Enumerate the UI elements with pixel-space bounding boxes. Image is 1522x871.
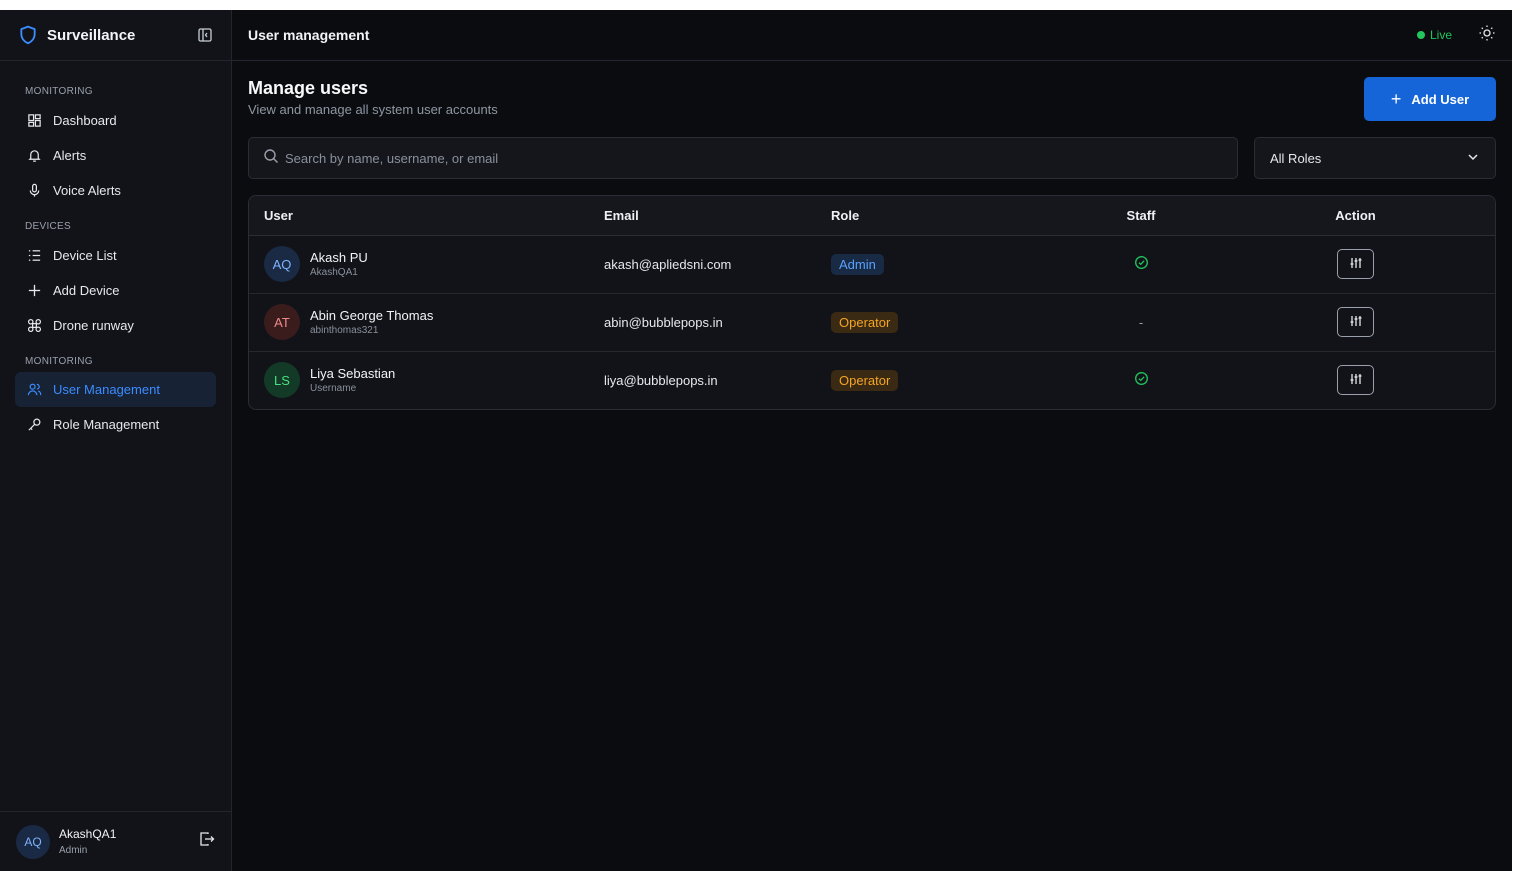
sidebar-item-add-device[interactable]: Add Device — [0, 273, 216, 308]
sidebar-item-role-management[interactable]: Role Management — [0, 407, 216, 442]
avatar: AQ — [16, 824, 50, 859]
sliders-icon — [1349, 314, 1363, 331]
edit-user-button[interactable] — [1337, 307, 1374, 337]
staff-none: - — [1138, 314, 1144, 330]
add-user-button[interactable]: + Add User — [1364, 77, 1496, 121]
sidebar-item-label: User Management — [53, 382, 160, 397]
user-name: Liya Sebastian — [310, 366, 396, 382]
sidebar-item-drone-runway[interactable]: Drone runway — [0, 308, 216, 343]
sliders-icon — [1349, 256, 1363, 273]
role-badge: Operator — [831, 369, 899, 391]
sidebar-item-alerts[interactable]: Alerts — [0, 138, 216, 173]
check-circle-icon — [1134, 256, 1149, 273]
table-row: AQ Akash PU AkashQA1 akash@apliedsni.com… — [249, 235, 1495, 294]
col-role: Role — [816, 196, 1066, 236]
sidebar-item-voice-alerts[interactable]: Voice Alerts — [0, 173, 216, 208]
current-user: AQ AkashQA1 Admin — [0, 811, 231, 871]
sidebar-item-dashboard[interactable]: Dashboard — [0, 103, 216, 138]
edit-user-button[interactable] — [1337, 365, 1374, 396]
current-user-role: Admin — [59, 845, 88, 856]
dashboard-icon — [26, 113, 42, 129]
role-badge: Admin — [831, 253, 884, 275]
users-table: User Email Role Staff Action AQ Akash PU… — [248, 195, 1496, 410]
avatar: LS — [264, 362, 300, 399]
plus-icon: + — [1390, 88, 1402, 109]
user-username: Username — [310, 383, 357, 395]
sidebar-item-label: Role Management — [53, 417, 160, 432]
user-email: liya@bubblepops.in — [604, 372, 718, 388]
live-label: Live — [1429, 28, 1452, 42]
page-title: User management — [248, 27, 370, 43]
drone-icon — [26, 318, 42, 334]
role-filter-value: All Roles — [1270, 150, 1322, 166]
topbar: User management Live — [232, 10, 1512, 61]
section-label-monitoring-2: MONITORING — [25, 356, 93, 367]
current-user-name: AkashQA1 — [59, 827, 117, 841]
live-dot-icon — [1416, 31, 1425, 39]
microphone-icon — [26, 183, 42, 199]
col-email: Email — [589, 196, 816, 236]
sidebar-item-label: Dashboard — [53, 113, 117, 128]
table-row: AT Abin George Thomas abinthomas321 abin… — [249, 293, 1495, 352]
role-filter-select[interactable]: All Roles — [1254, 137, 1496, 179]
live-status: Live — [1416, 28, 1452, 42]
sidebar-item-label: Voice Alerts — [53, 183, 121, 198]
avatar: AQ — [264, 246, 300, 282]
chevron-down-icon — [1466, 150, 1480, 167]
edit-user-button[interactable] — [1337, 249, 1374, 279]
user-name: Akash PU — [310, 250, 368, 265]
add-user-label: Add User — [1411, 91, 1470, 107]
sidebar-collapse-icon[interactable] — [197, 27, 213, 43]
brand: Surveillance — [0, 10, 231, 61]
user-name: Abin George Thomas — [310, 308, 434, 323]
col-action: Action — [1216, 196, 1495, 236]
sidebar-item-label: Drone runway — [53, 318, 134, 333]
search-icon — [263, 148, 279, 169]
col-user: User — [249, 196, 589, 236]
bell-icon — [26, 148, 42, 164]
user-email: akash@apliedsni.com — [589, 235, 816, 294]
main-content: User management Live Manage users View a… — [232, 10, 1512, 871]
key-icon — [26, 417, 42, 433]
user-username: abinthomas321 — [310, 325, 379, 336]
users-icon — [26, 382, 42, 398]
search-input[interactable] — [285, 150, 1223, 166]
user-username: AkashQA1 — [310, 267, 358, 278]
sidebar-item-label: Device List — [53, 248, 117, 263]
page-heading: Manage users View and manage all system … — [248, 78, 498, 117]
section-label-devices: DEVICES — [25, 221, 72, 232]
shield-icon — [18, 25, 38, 45]
avatar: AT — [264, 304, 300, 340]
section-title: Manage users — [248, 78, 369, 98]
sidebar-item-label: Alerts — [53, 148, 87, 163]
plus-icon — [26, 283, 42, 299]
table-row: LS Liya Sebastian Username liya@bubblepo… — [249, 351, 1495, 409]
section-subtitle: View and manage all system user accounts — [248, 102, 498, 117]
app-window: Surveillance MONITORING Dashboard Alerts… — [0, 10, 1512, 871]
sliders-icon — [1349, 372, 1363, 389]
search-bar — [248, 137, 1238, 179]
role-badge: Operator — [831, 311, 899, 333]
user-email: abin@bubblepops.in — [589, 293, 816, 352]
sidebar-item-user-management[interactable]: User Management — [15, 372, 216, 407]
brand-name: Surveillance — [47, 26, 136, 44]
sidebar-item-device-list[interactable]: Device List — [0, 238, 216, 273]
table-header: User Email Role Staff Action — [249, 196, 1495, 236]
check-circle-icon — [1134, 372, 1149, 389]
sidebar: Surveillance MONITORING Dashboard Alerts… — [0, 10, 232, 871]
col-staff: Staff — [1066, 196, 1216, 236]
logout-icon[interactable] — [199, 831, 215, 852]
list-icon — [26, 248, 42, 264]
section-label-monitoring: MONITORING — [25, 86, 93, 97]
sidebar-item-label: Add Device — [53, 283, 120, 298]
sun-icon[interactable] — [1478, 24, 1496, 47]
